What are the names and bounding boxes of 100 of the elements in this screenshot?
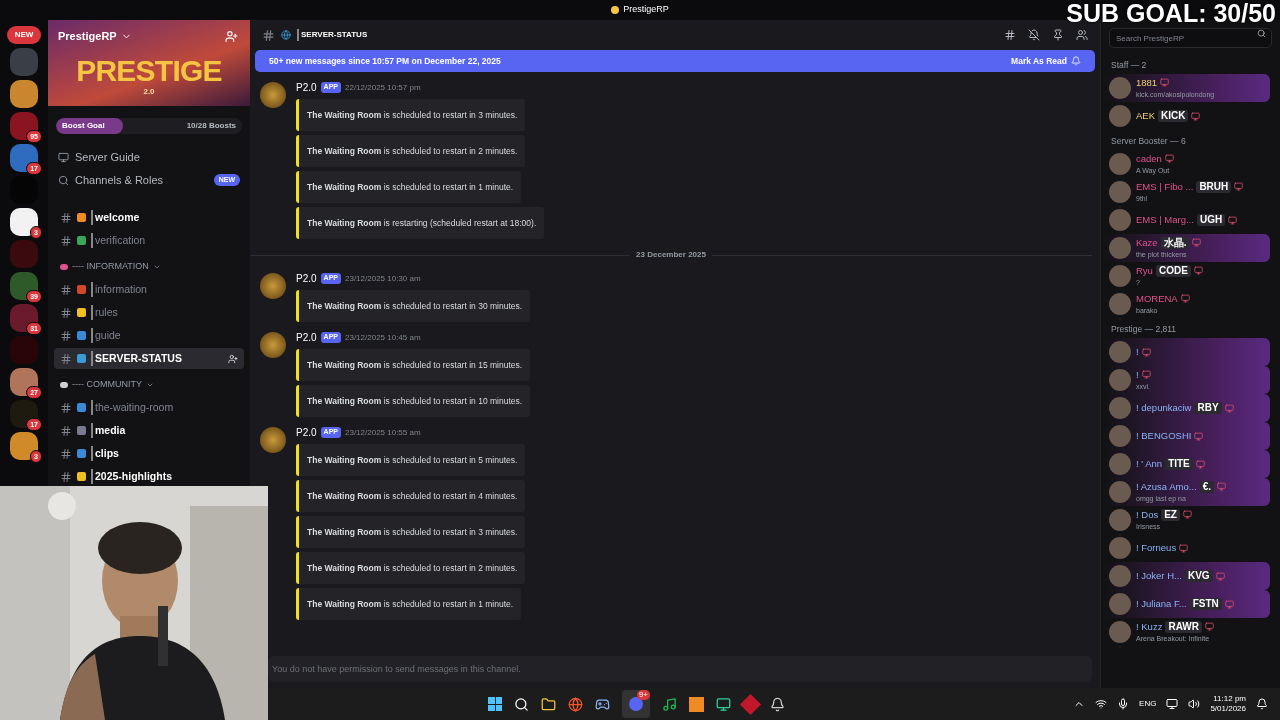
member-avatar xyxy=(1109,265,1131,287)
device-icon xyxy=(1224,599,1234,609)
globe-icon xyxy=(281,30,291,40)
member-name: ! xyxy=(1136,367,1139,382)
hash-icon xyxy=(60,234,72,247)
channel-item[interactable]: the-waiting-room xyxy=(54,397,244,418)
hash-icon xyxy=(60,211,72,224)
member-item[interactable]: EMS | Marg... UGH xyxy=(1105,206,1270,234)
member-name: ! Dos xyxy=(1136,507,1159,522)
clock-time[interactable]: 11:12 pm xyxy=(1213,694,1246,704)
server-icon[interactable] xyxy=(10,80,38,108)
member-name: Ryu xyxy=(1136,263,1153,278)
bot-avatar[interactable] xyxy=(260,332,286,358)
channel-item[interactable]: rules xyxy=(54,302,244,323)
mark-read-icon xyxy=(1071,56,1081,66)
device-icon xyxy=(1192,238,1202,248)
start-icon[interactable] xyxy=(488,697,503,711)
message-timestamp: 23/12/2025 10:55 am xyxy=(345,426,421,439)
bot-avatar[interactable] xyxy=(260,427,286,453)
boost-goal-label: Boost Goal xyxy=(62,120,105,132)
notifications-icon[interactable] xyxy=(1256,698,1268,710)
member-name: Kaze xyxy=(1136,235,1158,250)
server-name[interactable]: PrestigeRP xyxy=(58,28,117,45)
search-icon[interactable] xyxy=(514,696,530,712)
embed-text: The Waiting Room is scheduled to restart in 2 minutes. xyxy=(307,561,518,575)
search-field[interactable]: Search PrestigeRP xyxy=(1109,28,1272,48)
member-avatar xyxy=(1109,509,1131,531)
channel-item[interactable]: clips xyxy=(54,443,244,464)
gamepad-icon[interactable] xyxy=(595,696,611,712)
embed-text: The Waiting Room is scheduled to restart in 10 minutes. xyxy=(307,394,523,408)
boost-goal-bar[interactable]: Boost Goal 10/28 Boosts xyxy=(56,118,242,134)
channel-item[interactable]: media xyxy=(54,420,244,441)
channel-title: SERVER-STATUS xyxy=(297,29,368,41)
embed-text: The Waiting Room is restarting (scheduled restart at 18:00). xyxy=(307,216,537,230)
channel-item[interactable]: information xyxy=(54,279,244,300)
author-name[interactable]: P2.0 xyxy=(296,80,317,95)
author-name[interactable]: P2.0 xyxy=(296,330,317,345)
discord-taskbar-button[interactable]: 9+ xyxy=(622,690,651,718)
triangle-app-icon[interactable] xyxy=(689,696,705,712)
member-group-header: Prestige — 2,811 xyxy=(1111,322,1178,336)
member-item[interactable]: AEK KICK xyxy=(1105,102,1270,130)
guild-tag: UGH xyxy=(1196,214,1226,226)
member-name: ! Azusa Amo... xyxy=(1136,479,1197,494)
chevron-icon xyxy=(146,381,154,389)
mark-as-read-link[interactable]: Mark As Read xyxy=(1011,54,1067,68)
new-messages-banner[interactable]: 50+ new messages since 10:57 PM on December 22, 2025 Mark As Read xyxy=(255,50,1095,72)
member-item[interactable]: ! Forneus xyxy=(1105,534,1270,562)
channel-item[interactable]: welcome xyxy=(54,207,244,228)
mute-icon[interactable] xyxy=(1028,29,1040,41)
network-icon[interactable] xyxy=(1095,698,1108,710)
channel-item[interactable]: SERVER-STATUS xyxy=(54,348,244,369)
embed-text: The Waiting Room is scheduled to restart in 15 minutes. xyxy=(307,358,523,372)
members-icon[interactable] xyxy=(1076,29,1088,41)
device-icon xyxy=(1217,482,1227,492)
member-avatar xyxy=(1109,237,1131,259)
server-link[interactable]: Server Guide xyxy=(75,148,140,166)
guild-tag: RBY xyxy=(1194,402,1222,414)
bot-avatar[interactable] xyxy=(260,273,286,299)
invite-icon[interactable] xyxy=(228,353,238,364)
embed-text: The Waiting Room is scheduled to restart in 3 minutes. xyxy=(307,108,518,122)
banner-version: 2.0 xyxy=(143,86,155,98)
language-indicator[interactable]: ENG xyxy=(1139,698,1157,710)
member-group-header: Staff — 2 xyxy=(1111,58,1148,72)
server-banner[interactable]: PrestigeRP PRESTIGE 2.0 xyxy=(48,20,250,106)
member-avatar xyxy=(1109,293,1131,315)
category-header[interactable]: ---- INFORMATION xyxy=(72,260,149,274)
category-header[interactable]: ---- COMMUNITY xyxy=(72,378,142,392)
threads-icon[interactable] xyxy=(1004,29,1016,41)
bot-avatar[interactable] xyxy=(260,82,286,108)
music-icon[interactable] xyxy=(662,696,678,712)
author-name[interactable]: P2.0 xyxy=(296,425,317,440)
guild-tag: FSTN xyxy=(1189,598,1222,610)
clock-date[interactable]: 5/01/2026 xyxy=(1210,704,1246,714)
invite-icon[interactable] xyxy=(225,30,238,43)
server-link[interactable]: Channels & Roles xyxy=(75,171,164,189)
globe-icon[interactable] xyxy=(568,696,584,712)
author-name[interactable]: P2.0 xyxy=(296,271,317,286)
channel-item[interactable]: 2025-highlights xyxy=(54,466,244,487)
pin-icon[interactable] xyxy=(1052,29,1064,41)
window-title: PrestigeRP xyxy=(623,3,669,17)
monitor-icon[interactable] xyxy=(716,696,732,712)
channel-item[interactable]: verification xyxy=(54,230,244,251)
member-name: EMS | Marg... xyxy=(1136,212,1194,227)
channel-item[interactable]: guide xyxy=(54,325,244,346)
member-avatar xyxy=(1109,593,1131,615)
member-avatar xyxy=(1109,105,1131,127)
device-icon xyxy=(1234,182,1244,192)
folder-icon[interactable] xyxy=(541,696,557,712)
volume-icon[interactable] xyxy=(1188,698,1201,710)
display-icon[interactable] xyxy=(1166,698,1179,710)
embed-text: The Waiting Room is scheduled to restart in 4 minutes. xyxy=(307,489,518,503)
mic-icon[interactable] xyxy=(1117,698,1130,710)
hash-icon xyxy=(60,424,72,437)
member-name: AEK xyxy=(1136,108,1155,123)
member-avatar xyxy=(1109,621,1131,643)
device-icon xyxy=(1228,215,1238,225)
message-timestamp: 23/12/2025 10:30 am xyxy=(345,272,421,285)
device-icon xyxy=(1180,294,1190,304)
member-name: ! Joker H... xyxy=(1136,568,1182,583)
new-badge: NEW xyxy=(6,26,42,44)
